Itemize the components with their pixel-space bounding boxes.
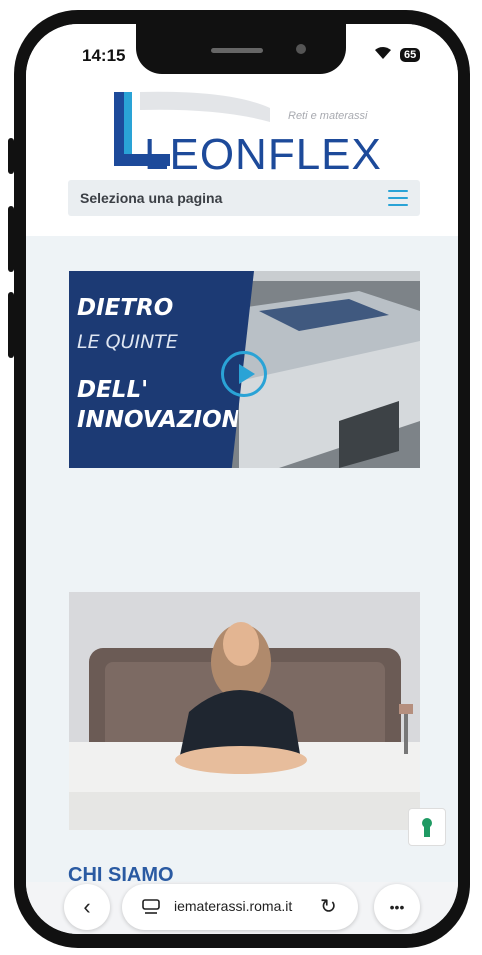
address-bar[interactable]: iematerassi.roma.it ↻ <box>122 884 358 930</box>
speaker-grille <box>211 48 263 53</box>
more-options-button[interactable]: ••• <box>374 884 420 930</box>
reload-icon[interactable]: ↻ <box>320 894 337 919</box>
logo-wordmark: LEONFLEX <box>144 130 382 179</box>
video-title-line3: DELL' <box>77 377 149 403</box>
video-title-line2: LE QUINTE <box>77 331 178 353</box>
back-button[interactable]: ‹ <box>64 884 110 930</box>
logo-tagline: Reti e materassi <box>288 110 368 122</box>
leonflex-logo[interactable]: Reti e materassi LEONFLEX <box>110 86 390 179</box>
page-select-label: Seleziona una pagina <box>80 190 223 206</box>
bedroom-photo <box>69 592 420 830</box>
front-camera <box>296 44 306 54</box>
video-title-line4: INNOVAZIONE <box>77 407 257 433</box>
phone-screen: 14:15 65 Reti e materassi LEONFLEX Selez… <box>26 24 458 934</box>
page-select-menu[interactable]: Seleziona una pagina <box>68 180 420 216</box>
status-indicators: 65 <box>374 46 421 65</box>
accessibility-keyhole-button[interactable] <box>408 808 446 846</box>
silent-switch <box>8 138 14 174</box>
keyhole-icon <box>422 818 432 837</box>
wifi-icon <box>374 46 392 65</box>
battery-icon: 65 <box>400 48 421 62</box>
volume-up-button <box>8 206 14 272</box>
video-banner[interactable]: DIETRO LE QUINTE DELL' INNOVAZIONE <box>69 271 420 468</box>
tab-overview-icon[interactable] <box>142 899 160 920</box>
hamburger-menu-icon[interactable] <box>388 190 408 206</box>
video-title-line1: DIETRO <box>77 295 174 321</box>
play-button-icon[interactable] <box>221 351 267 397</box>
volume-down-button <box>8 292 14 358</box>
url-text: iematerassi.roma.it <box>174 898 293 914</box>
status-time: 14:15 <box>82 46 126 65</box>
more-dots-icon: ••• <box>389 899 405 915</box>
chevron-left-icon: ‹ <box>83 894 91 919</box>
